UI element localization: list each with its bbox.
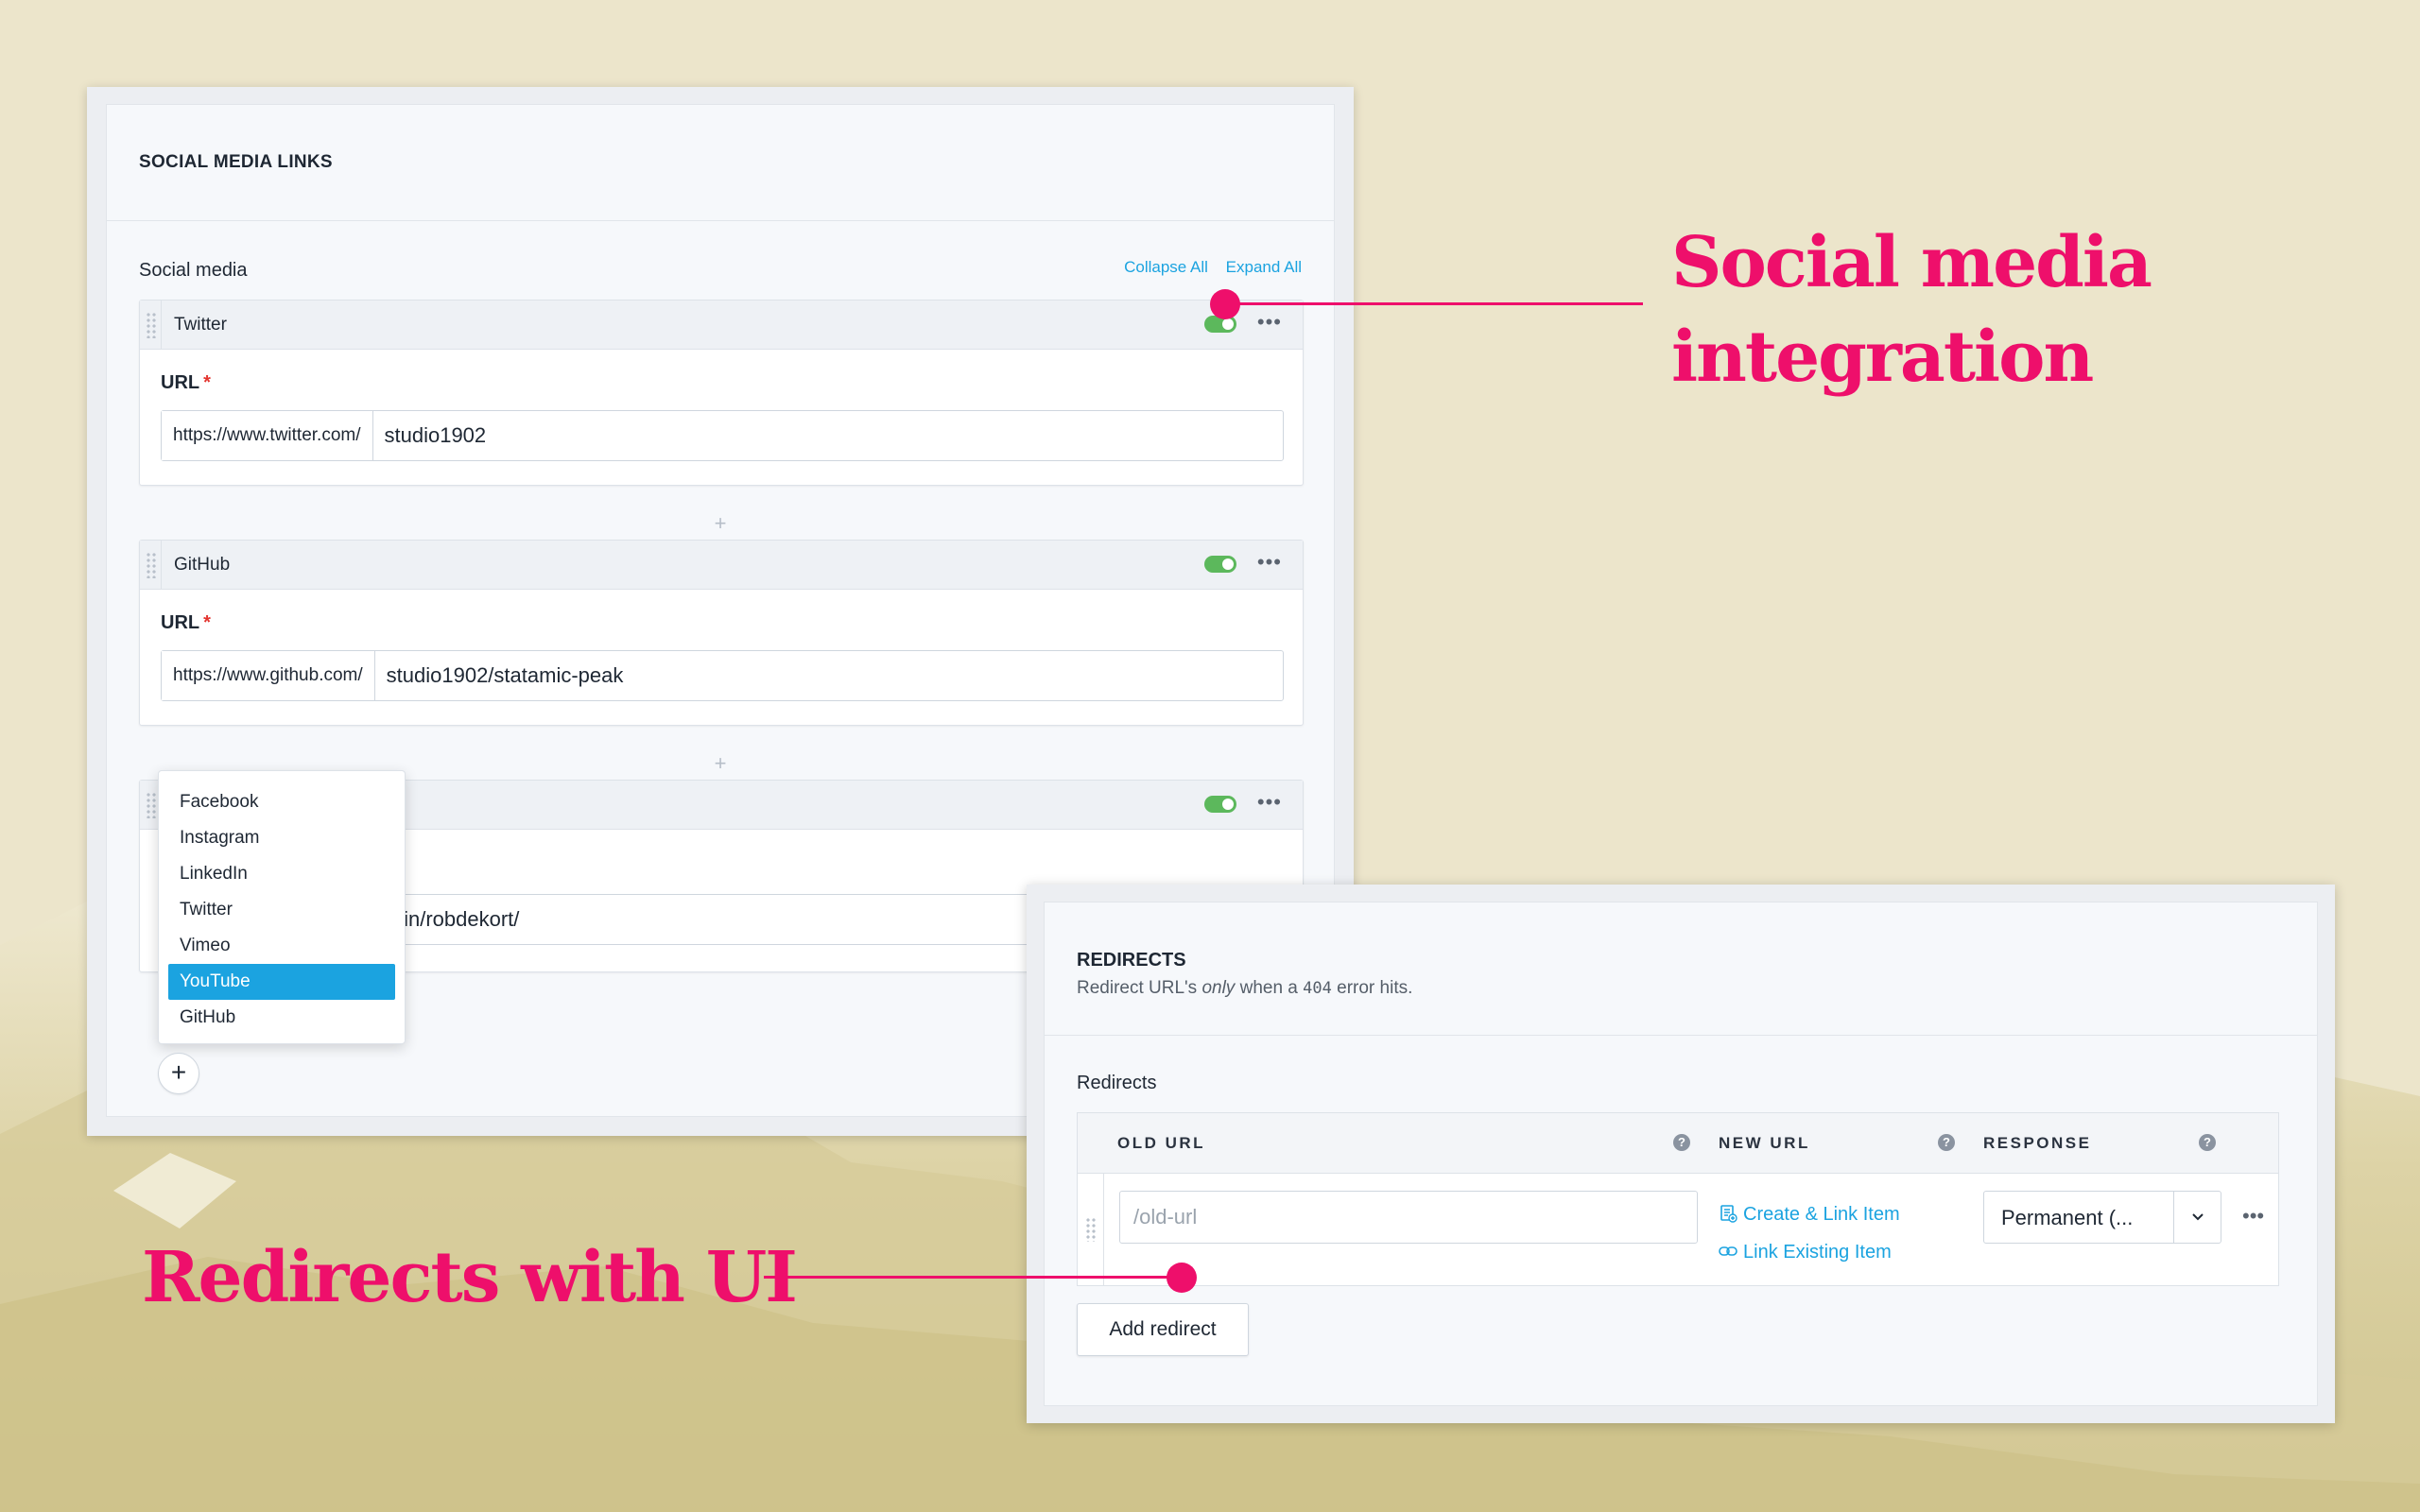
link-existing-item-label: Link Existing Item [1743,1242,1892,1263]
set-header: Twitter ••• [140,301,1303,350]
link-existing-item-button[interactable]: Link Existing Item [1719,1242,1892,1263]
link-icon [1719,1246,1737,1256]
replicator-set-twitter: Twitter ••• URL * https://www.twitter.com… [139,300,1304,486]
drag-handle-icon[interactable] [146,552,157,578]
more-options-icon[interactable]: ••• [1257,790,1282,815]
table-row: /old-url Create & Link Item Link Existin… [1078,1174,2278,1285]
response-select-value: Permanent (... [2001,1206,2134,1229]
url-prefix: https://www.twitter.com/ [162,411,373,460]
more-options-icon[interactable]: ••• [1257,310,1282,335]
subtitle-part: error hits. [1331,978,1413,998]
set-name: Twitter [174,315,227,335]
column-header-response: RESPONSE [1983,1134,2092,1152]
url-input[interactable]: studio1902 [373,411,498,460]
subtitle-part: Redirect URL's [1077,978,1202,998]
dropdown-option-github[interactable]: GitHub [168,1000,395,1036]
required-mark: * [203,372,211,393]
annotation-line [1223,302,1643,305]
drag-handle-icon[interactable] [1078,1174,1104,1285]
add-redirect-button[interactable]: Add redirect [1077,1303,1249,1356]
divider [107,220,1334,221]
help-icon[interactable]: ? [1673,1134,1690,1151]
url-input-group: https://www.github.com/ studio1902/stata… [161,650,1284,701]
drag-handle-icon[interactable] [146,312,157,338]
subtitle-part: when a [1235,978,1304,998]
create-link-item-button[interactable]: Create & Link Item [1719,1204,1900,1226]
grid-header: OLD URL ? NEW URL ? RESPONSE ? [1078,1113,2278,1174]
url-input[interactable]: studio1902/statamic-peak [375,651,635,700]
add-set-button[interactable]: + [158,1053,199,1094]
section-subtitle: Redirect URL's only when a 404 error hit… [1077,978,1412,999]
dropdown-option-facebook[interactable]: Facebook [168,784,395,820]
set-header: GitHub ••• [140,541,1303,590]
set-name: GitHub [174,555,231,575]
url-label: URL * [161,372,211,394]
annotation-social-media: Social media integration [1671,222,2152,398]
old-url-input[interactable]: /old-url [1119,1191,1698,1244]
field-label: Social media [139,260,248,281]
create-item-icon [1720,1205,1737,1223]
set-body: URL * https://www.twitter.com/ studio1902 [140,350,1303,485]
chevron-down-icon [2192,1213,2204,1221]
dropdown-option-twitter[interactable]: Twitter [168,892,395,928]
more-options-icon[interactable]: ••• [2242,1204,2264,1228]
dropdown-option-linkedin[interactable]: LinkedIn [168,856,395,892]
url-label-text: URL [161,612,200,633]
add-set-between-button[interactable]: + [107,511,1334,536]
url-input-group: https://www.twitter.com/ studio1902 [161,410,1284,461]
subtitle-emphasis: only [1201,978,1236,998]
url-label-text: URL [161,372,200,393]
column-header-new-url: NEW URL [1719,1134,1810,1152]
redirects-card: REDIRECTS Redirect URL's only when a 404… [1044,902,2318,1406]
help-icon[interactable]: ? [1938,1134,1955,1151]
enable-toggle[interactable] [1204,556,1236,573]
response-select-toggle[interactable] [2173,1192,2221,1243]
annotation-line [764,1276,1187,1279]
collapse-all-link[interactable]: Collapse All [1124,258,1208,276]
enable-toggle[interactable] [1204,796,1236,813]
set-body: URL * https://www.github.com/ studio1902/… [140,590,1303,725]
divider [161,301,162,350]
required-mark: * [203,612,211,633]
response-select[interactable]: Permanent (... [1983,1191,2221,1244]
collapse-expand-links: Collapse All Expand All [1111,258,1302,277]
section-title: REDIRECTS [1077,950,1186,971]
dropdown-option-youtube[interactable]: YouTube [168,964,395,1000]
field-label: Redirects [1077,1073,1157,1093]
annotation-dot [1210,289,1240,319]
divider [161,541,162,590]
url-label: URL * [161,612,211,634]
replicator-set-github: GitHub ••• URL * https://www.github.com/ … [139,540,1304,726]
column-header-old-url: OLD URL [1117,1134,1206,1152]
divider [1045,1035,2317,1036]
section-title: SOCIAL MEDIA LINKS [139,152,333,172]
dropdown-option-vimeo[interactable]: Vimeo [168,928,395,964]
annotation-dot [1167,1263,1197,1293]
redirects-panel: REDIRECTS Redirect URL's only when a 404… [1027,885,2335,1423]
create-link-item-label: Create & Link Item [1743,1204,1900,1225]
drag-handle-icon[interactable] [146,792,157,818]
annotation-redirects: Redirects with UI [142,1237,798,1318]
url-input[interactable]: in/robdekort/ [392,895,530,944]
expand-all-link[interactable]: Expand All [1226,258,1302,276]
set-type-dropdown: Facebook Instagram LinkedIn Twitter Vime… [158,770,406,1044]
subtitle-code: 404 [1303,979,1332,998]
redirects-grid: OLD URL ? NEW URL ? RESPONSE ? /old-url … [1077,1112,2279,1286]
url-prefix: https://www.github.com/ [162,651,375,700]
help-icon[interactable]: ? [2199,1134,2216,1151]
more-options-icon[interactable]: ••• [1257,550,1282,575]
dropdown-option-instagram[interactable]: Instagram [168,820,395,856]
